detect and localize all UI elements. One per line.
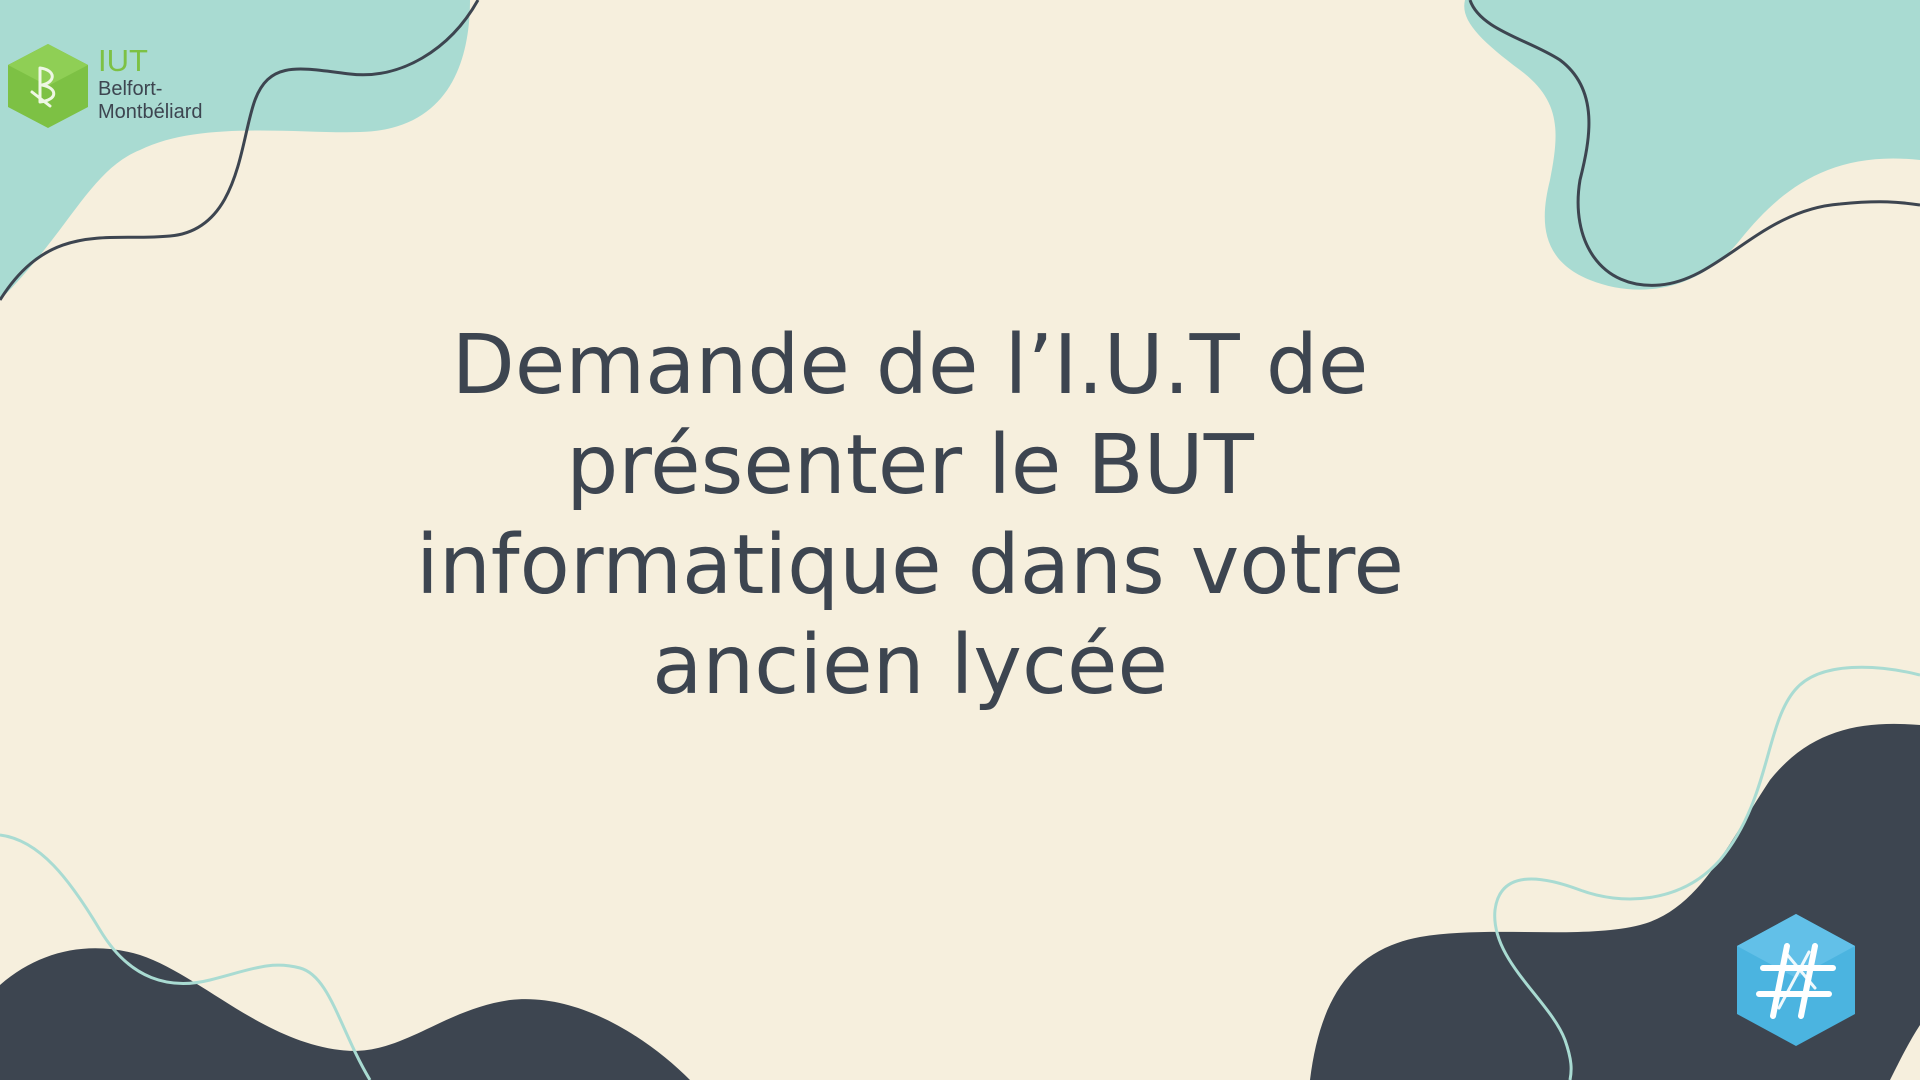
title-line-4: ancien lycée xyxy=(652,618,1168,713)
logo-text: IUT Belfort- Montbéliard xyxy=(98,42,203,122)
iut-logo: IUT Belfort- Montbéliard xyxy=(6,42,246,132)
logo-city-label-2: Montbéliard xyxy=(98,101,203,123)
top-right-blob xyxy=(1464,0,1920,290)
logo-city-label: Belfort- xyxy=(98,78,163,100)
title-line-2: présenter le BUT xyxy=(566,418,1254,513)
logo-iut-label: IUT xyxy=(98,43,148,78)
title-line-1: Demande de l’I.U.T de xyxy=(451,318,1369,413)
title-line-3: informatique dans votre xyxy=(416,518,1404,613)
hashtag-hexagon-icon xyxy=(1737,914,1855,1046)
iut-hexagon-logo-icon xyxy=(8,44,88,128)
slide: IUT Belfort- Montbéliard Demande de l’I.… xyxy=(0,0,1920,1080)
bottom-left-blob xyxy=(0,948,690,1080)
slide-title: Demande de l’I.U.T de présenter le BUT i… xyxy=(360,316,1460,716)
